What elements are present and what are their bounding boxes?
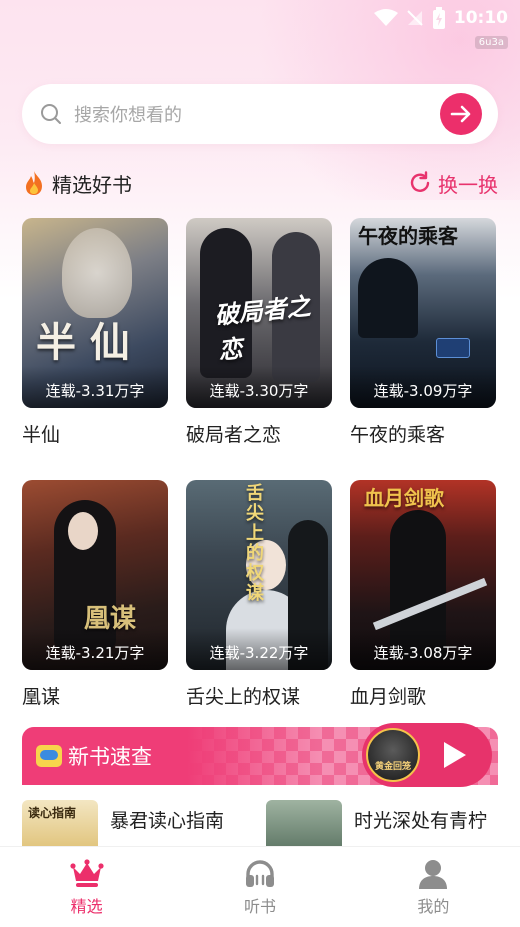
new-book-item[interactable]: 读心指南 暴君读心指南 bbox=[22, 800, 224, 850]
book-cover[interactable]: 午夜的乘客 连载-3.09万字 bbox=[350, 218, 496, 408]
tab-label: 听书 bbox=[243, 897, 276, 916]
refresh-button[interactable]: 换一换 bbox=[408, 169, 498, 198]
play-button[interactable]: 黄金回笼 bbox=[362, 723, 492, 787]
banner-label: 新书速查 bbox=[36, 727, 152, 785]
book-title[interactable]: 半仙 bbox=[22, 420, 168, 447]
banner-title: 新书速查 bbox=[68, 745, 152, 769]
search-icon bbox=[41, 104, 61, 124]
new-book-title[interactable]: 时光深处有青柠 bbox=[354, 806, 487, 850]
refresh-label: 换一换 bbox=[438, 172, 498, 197]
cover-art-title: 舌尖上的权谋 bbox=[246, 483, 264, 604]
tab-label: 精选 bbox=[70, 897, 103, 916]
book-cover[interactable]: 破局者之恋 连载-3.30万字 bbox=[186, 218, 332, 408]
headphones-icon bbox=[245, 860, 274, 887]
book-cover[interactable]: 凰谋 连载-3.21万字 bbox=[22, 480, 168, 670]
clock: 10:10 bbox=[453, 8, 508, 28]
bottom-tab-bar: 精选 听书 我的 bbox=[0, 846, 520, 927]
search-bar[interactable]: 搜索你想看的 bbox=[22, 84, 498, 144]
search-input[interactable]: 搜索你想看的 bbox=[74, 101, 440, 127]
book-status: 连载-3.22万字 bbox=[186, 628, 332, 670]
refresh-icon bbox=[410, 171, 430, 192]
book-card[interactable]: 半 仙 连载-3.31万字 半仙 bbox=[22, 218, 168, 447]
book-title[interactable]: 凰谋 bbox=[22, 682, 168, 709]
book-title[interactable]: 破局者之恋 bbox=[186, 420, 332, 447]
book-card[interactable]: 午夜的乘客 连载-3.09万字 午夜的乘客 bbox=[350, 218, 496, 447]
user-icon bbox=[419, 860, 448, 889]
book-status: 连载-3.08万字 bbox=[350, 628, 496, 670]
book-status: 连载-3.31万字 bbox=[22, 366, 168, 408]
cover-art-title: 半 仙 bbox=[36, 320, 130, 366]
new-book-item[interactable]: 时光深处有青柠 bbox=[266, 800, 487, 850]
book-card[interactable]: 舌尖上的权谋 连载-3.22万字 舌尖上的权谋 bbox=[186, 480, 332, 709]
crown-icon bbox=[70, 859, 104, 887]
book-card[interactable]: 破局者之恋 连载-3.30万字 破局者之恋 bbox=[186, 218, 332, 447]
book-title[interactable]: 血月剑歌 bbox=[350, 682, 496, 709]
featured-header: 精选好书 换一换 bbox=[22, 168, 498, 198]
arrow-right-icon bbox=[450, 105, 471, 123]
book-status: 连载-3.21万字 bbox=[22, 628, 168, 670]
cover-art-title: 破局者之恋 bbox=[213, 292, 312, 365]
wifi-icon bbox=[373, 9, 398, 26]
book-card[interactable]: 凰谋 连载-3.21万字 凰谋 bbox=[22, 480, 168, 709]
tab-audiobooks[interactable]: 听书 bbox=[173, 847, 346, 927]
book-cover[interactable]: 血月剑歌 连载-3.08万字 bbox=[350, 480, 496, 670]
new-book-title[interactable]: 暴君读心指南 bbox=[110, 806, 224, 850]
book-cover[interactable]: 舌尖上的权谋 连载-3.22万字 bbox=[186, 480, 332, 670]
thumbnail-text: 黄金回笼 bbox=[374, 762, 411, 772]
status-badge: 6u3a bbox=[474, 36, 508, 49]
now-playing-thumbnail: 黄金回笼 bbox=[366, 728, 420, 782]
book-title[interactable]: 舌尖上的权谋 bbox=[186, 682, 332, 709]
status-bar: 10:10 bbox=[373, 6, 508, 30]
no-signal-icon bbox=[407, 10, 423, 26]
cover-art-title: 午夜的乘客 bbox=[358, 224, 458, 248]
fire-icon bbox=[26, 171, 42, 195]
play-icon bbox=[444, 742, 466, 768]
new-book-cover[interactable]: 读心指南 bbox=[22, 800, 98, 850]
book-status: 连载-3.30万字 bbox=[186, 366, 332, 408]
tab-featured[interactable]: 精选 bbox=[0, 847, 173, 927]
battery-icon bbox=[432, 7, 445, 29]
book-card[interactable]: 血月剑歌 连载-3.08万字 血月剑歌 bbox=[350, 480, 496, 709]
book-title[interactable]: 午夜的乘客 bbox=[350, 420, 496, 447]
book-status: 连载-3.09万字 bbox=[350, 366, 496, 408]
section-title: 精选好书 bbox=[52, 172, 132, 197]
tab-profile[interactable]: 我的 bbox=[347, 847, 520, 927]
tab-label: 我的 bbox=[417, 897, 450, 916]
book-cover[interactable]: 半 仙 连载-3.31万字 bbox=[22, 218, 168, 408]
magnifier-emoji-icon bbox=[36, 745, 62, 767]
cover-art-title: 血月剑歌 bbox=[364, 486, 444, 510]
new-book-cover[interactable] bbox=[266, 800, 342, 850]
search-submit-button[interactable] bbox=[440, 93, 482, 135]
